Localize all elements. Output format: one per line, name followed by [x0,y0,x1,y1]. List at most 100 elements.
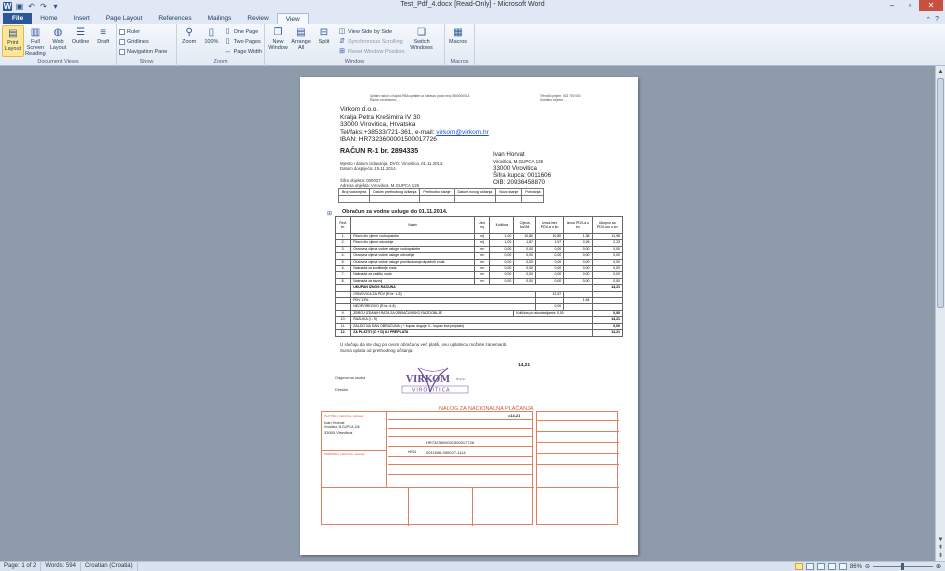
tab-insert[interactable]: Insert [66,13,98,24]
full-screen-reading-icon: ▥ [30,27,41,38]
reset-window-position-button[interactable]: ⊞ Reset Window Position [338,47,405,56]
tab-review[interactable]: Review [239,13,276,24]
zoom-level[interactable]: 86% [850,564,862,570]
customize-qat-icon[interactable]: ▾ [51,2,60,11]
scroll-down-icon[interactable]: ▼ [937,536,944,544]
synchronous-scrolling-button[interactable]: ⇵ Synchronous Scrolling [338,37,405,46]
group-label-show: Show [139,59,154,65]
navigation-pane-checkbox[interactable]: Navigation Pane [119,47,174,56]
window-controls: – ▫ ✕ [883,0,943,11]
outline-view-icon[interactable] [827,563,836,570]
sync-scroll-icon: ⇵ [339,37,345,45]
switch-windows-icon: ❏ [417,27,427,38]
one-page-icon: ▯ [225,27,230,35]
title-bar: W ▣ ↶ ↷ ▾ Test_Pdf_4.docx [Read-Only] - … [0,0,945,12]
object-block: Šifra objekta: 000027 Adresa objekta: Vi… [340,178,419,188]
scrollbar-thumb[interactable] [937,78,944,308]
split-icon: ⊟ [319,27,329,38]
charges-table: Red. br. Naziv Jed. mj. Količina Cijena … [334,216,623,337]
help-icon[interactable]: ? [935,16,939,24]
full-screen-view-icon[interactable] [805,563,814,570]
print-layout-view-icon[interactable] [794,563,803,570]
ribbon: ▤ Print Layout ▥ Full Screen Reading ◍ W… [0,24,945,66]
new-window-button[interactable]: ❐ New Window [267,25,289,56]
email-link[interactable]: virkom@virkom.hr [436,129,488,136]
next-page-icon[interactable]: ⇟ [937,552,944,560]
zoom-100-icon: ▯ [208,27,215,38]
director-label: Direktor [335,388,349,392]
word-count[interactable]: Words: 594 [41,562,81,571]
group-zoom: ⚲ Zoom ▯ 100% ▯ One Page ▯ Two Pages ↔ Page… [177,24,265,66]
tab-references[interactable]: References [150,13,199,24]
web-layout-icon: ◍ [53,27,63,38]
switch-windows-button[interactable]: ❏ Switch Windows [409,25,435,56]
web-layout-view-icon[interactable] [816,563,825,570]
vertical-scrollbar[interactable]: ▲ ▼ ⇞ ⇟ [935,66,945,561]
page-width-button[interactable]: ↔ Page Width [224,47,262,56]
responsible-person-label: Odgovorna osoba [335,376,366,380]
draft-icon: ≡ [100,27,107,38]
close-button[interactable]: ✕ [919,0,943,11]
zoom-button[interactable]: ⚲ Zoom [179,25,199,56]
payment-slip-receipt [536,411,619,525]
company-stamp: VIRKOM d.o.o. VIROVITICA [400,366,472,394]
tab-page-layout[interactable]: Page Layout [98,13,151,24]
svg-text:d.o.o.: d.o.o. [456,377,466,381]
draft-view-icon[interactable] [838,563,847,570]
zoom-out-icon[interactable]: ⊖ [865,563,870,570]
undo-icon[interactable]: ↶ [27,2,36,11]
minimize-ribbon-icon[interactable]: ⌃ [925,16,931,24]
two-pages-button[interactable]: ▯ Two Pages [224,37,262,46]
quick-access-toolbar: W ▣ ↶ ↷ ▾ [0,1,60,11]
word-logo-icon[interactable]: W [3,1,12,11]
tab-mailings[interactable]: Mailings [200,13,240,24]
web-layout-button[interactable]: ◍ Web Layout [47,25,69,57]
redo-icon[interactable]: ↷ [39,2,48,11]
side-by-side-icon: ◫ [338,27,346,35]
company-block: Virkom d.o.o. Kralja Petra Krešimira IV … [340,106,489,144]
outline-button[interactable]: ☰ Outline [70,25,92,57]
payment-note: U slučaju da ste dug po ovom obračunu ve… [340,342,508,353]
split-button[interactable]: ⊟ Split [313,25,335,56]
note-total: 14,21 [518,363,531,368]
minimize-button[interactable]: – [883,0,901,11]
status-bar: Page: 1 of 2 Words: 594 Croatian (Croati… [0,561,945,571]
view-side-by-side-button[interactable]: ◫ View Side by Side [338,27,405,36]
two-pages-icon: ▯ [225,37,230,45]
maximize-button[interactable]: ▫ [901,0,919,11]
group-document-views: ▤ Print Layout ▥ Full Screen Reading ◍ W… [0,24,117,66]
macros-button[interactable]: ▦ Macros [447,25,469,45]
tab-file[interactable]: File [3,13,33,24]
svg-text:VIRKOM: VIRKOM [405,375,450,385]
scroll-up-icon[interactable]: ▲ [937,68,944,76]
zoom-slider[interactable] [872,563,933,570]
draft-button[interactable]: ≡ Draft [92,25,114,57]
prev-page-icon[interactable]: ⇞ [937,544,944,552]
arrange-all-button[interactable]: ▤ Arrange All [290,25,312,56]
table-move-handle-icon[interactable]: ⊞ [327,210,332,217]
group-window: ❐ New Window ▤ Arrange All ⊟ Split ◫ View… [265,24,445,66]
gridlines-checkbox[interactable]: Gridlines [119,37,174,46]
zoom-100-button[interactable]: ▯ 100% [201,25,221,56]
document-page[interactable]: Uplatni račun u Kaptol RBA uplatite uz o… [300,77,638,555]
full-screen-reading-button[interactable]: ▥ Full Screen Reading [25,25,47,57]
one-page-button[interactable]: ▯ One Page [224,27,262,36]
tab-home[interactable]: Home [32,13,65,24]
magnifier-icon: ⚲ [185,27,193,38]
section-title: Obračun za vodne usluge do 01.11.2014. [342,209,448,215]
group-label-zoom: Zoom [213,59,228,65]
tab-view[interactable]: View [276,13,309,24]
outline-icon: ☰ [76,27,86,38]
group-label-macros: Macros [450,59,469,65]
ribbon-tabs: File Home Insert Page Layout References … [0,12,945,24]
checkbox-icon [119,28,125,35]
save-icon[interactable]: ▣ [15,2,24,11]
ruler-checkbox[interactable]: Ruler [119,27,174,36]
group-show: Ruler Gridlines Navigation Pane Show [117,24,177,66]
zoom-slider-knob[interactable] [900,563,904,570]
arrange-all-icon: ▤ [296,27,306,38]
language-indicator[interactable]: Croatian (Croatia) [81,562,138,571]
print-layout-button[interactable]: ▤ Print Layout [2,25,24,57]
zoom-in-icon[interactable]: ⊕ [936,563,941,570]
page-count[interactable]: Page: 1 of 2 [0,562,42,571]
